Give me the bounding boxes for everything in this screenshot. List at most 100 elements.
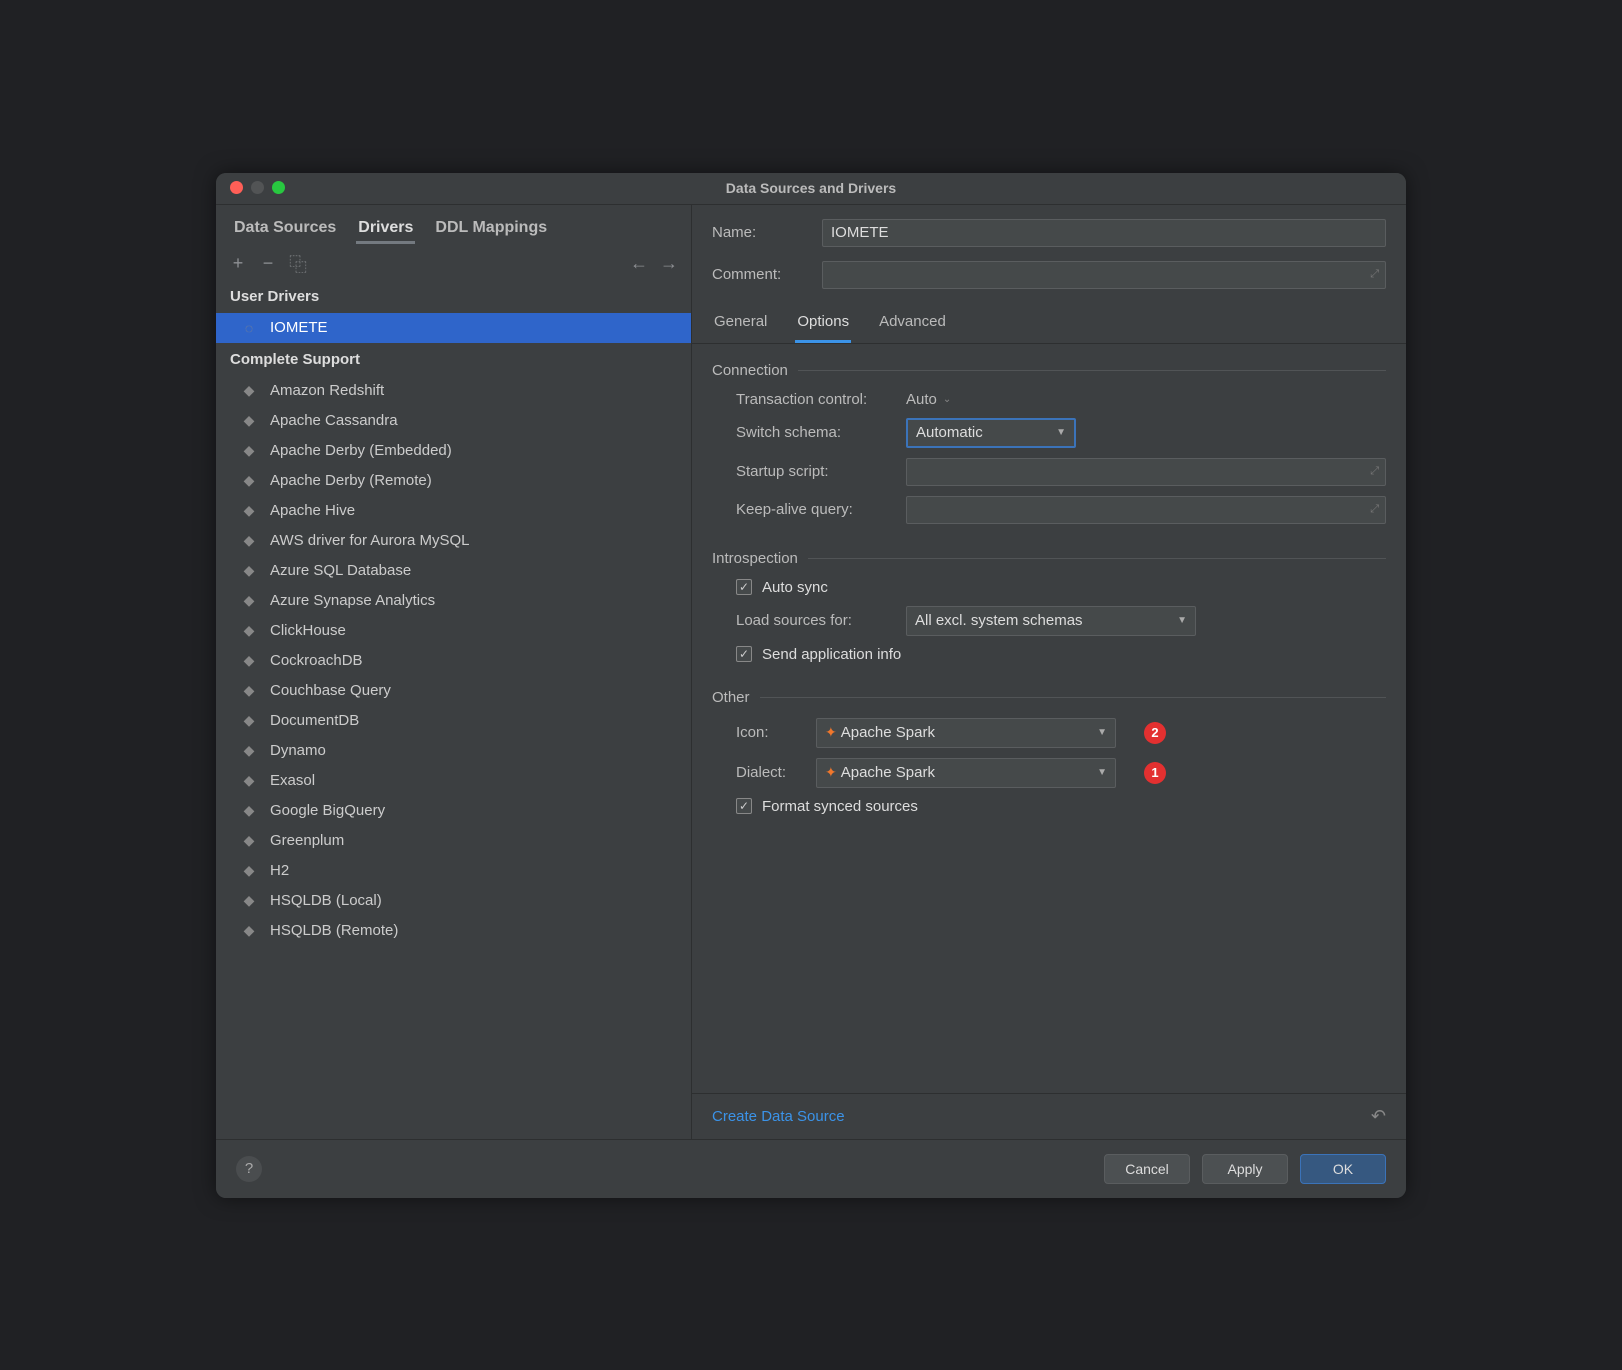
name-input[interactable] — [822, 219, 1386, 247]
iomete-icon: ◌ — [240, 319, 258, 337]
sidebar-toolbar: + − ⿻ ← → — [216, 250, 691, 280]
chevron-down-icon: ▼ — [1097, 727, 1107, 738]
icon-select[interactable]: ✦Apache Spark ▼ — [816, 718, 1116, 748]
checkbox-icon: ✓ — [736, 579, 752, 595]
spark-icon: ✦ — [825, 764, 837, 780]
driver-item-iomete[interactable]: ◌ IOMETE — [216, 313, 691, 343]
add-button[interactable]: + — [230, 256, 246, 272]
startup-label: Startup script: — [736, 463, 906, 480]
forward-icon[interactable]: → — [661, 256, 677, 272]
create-data-source-link[interactable]: Create Data Source — [712, 1108, 845, 1125]
driver-item-label: Couchbase Query — [270, 682, 391, 699]
apply-button[interactable]: Apply — [1202, 1154, 1288, 1184]
dialect-select[interactable]: ✦Apache Spark ▼ — [816, 758, 1116, 788]
driver-item-label: Apache Derby (Remote) — [270, 472, 432, 489]
driver-item[interactable]: ◆Dynamo — [216, 736, 691, 766]
db-icon: ◆ — [240, 532, 258, 550]
connection-title: Connection — [712, 362, 788, 379]
driver-item[interactable]: ◆ ClickHouse — [216, 616, 691, 646]
driver-item-label: Apache Derby (Embedded) — [270, 442, 452, 459]
driver-item[interactable]: ◆ Amazon Redshift — [216, 376, 691, 406]
autosync-checkbox[interactable]: ✓ Auto sync — [736, 579, 1386, 596]
expand-icon[interactable]: ⤢ — [1370, 503, 1379, 516]
ok-button[interactable]: OK — [1300, 1154, 1386, 1184]
chevron-down-icon: ▼ — [1177, 615, 1187, 626]
copy-button[interactable]: ⿻ — [290, 256, 306, 272]
tx-label: Transaction control: — [736, 391, 906, 408]
chevron-down-icon: ▼ — [1056, 427, 1066, 438]
db-icon: ◆ — [240, 802, 258, 820]
tab-options[interactable]: Options — [795, 303, 851, 343]
driver-item[interactable]: ◆HSQLDB (Remote) — [216, 916, 691, 946]
schema-select[interactable]: Automatic ▼ — [906, 418, 1076, 448]
fullscreen-icon[interactable] — [272, 181, 285, 194]
tab-ddl-mappings[interactable]: DDL Mappings — [433, 215, 549, 244]
remove-button[interactable]: − — [260, 256, 276, 272]
chevron-down-icon: ▼ — [1097, 767, 1107, 778]
db-icon: ◆ — [240, 592, 258, 610]
tab-data-sources[interactable]: Data Sources — [232, 215, 338, 244]
driver-item[interactable]: ◆Azure Synapse Analytics — [216, 586, 691, 616]
driver-item[interactable]: ◆Azure SQL Database — [216, 556, 691, 586]
comment-input[interactable]: ⤢ — [822, 261, 1386, 289]
driver-item[interactable]: ◆Couchbase Query — [216, 676, 691, 706]
driver-item[interactable]: ◆ Apache Derby (Remote) — [216, 466, 691, 496]
dialog-window: Data Sources and Drivers Data Sources Dr… — [216, 173, 1406, 1198]
driver-item-label: Greenplum — [270, 832, 344, 849]
icon-label: Icon: — [736, 724, 816, 741]
section-other: Other Icon: ✦Apache Spark ▼ 2 Dialect: ✦… — [712, 689, 1386, 815]
back-icon[interactable]: ← — [631, 256, 647, 272]
close-icon[interactable] — [230, 181, 243, 194]
revert-icon[interactable]: ↶ — [1371, 1106, 1386, 1127]
main-panel: Name: Comment: ⤢ General Options Advance… — [692, 205, 1406, 1139]
db-icon: ◆ — [240, 412, 258, 430]
db-icon: ◆ — [240, 502, 258, 520]
driver-item[interactable]: ◆ Apache Derby (Embedded) — [216, 436, 691, 466]
driver-item-label: Exasol — [270, 772, 315, 789]
tab-advanced[interactable]: Advanced — [877, 303, 948, 343]
main-tabs: General Options Advanced — [692, 303, 1406, 344]
driver-item-label: Apache Cassandra — [270, 412, 398, 429]
format-checkbox[interactable]: ✓ Format synced sources — [736, 798, 1386, 815]
expand-icon[interactable]: ⤢ — [1370, 268, 1379, 281]
tab-general[interactable]: General — [712, 303, 769, 343]
driver-item-label: ClickHouse — [270, 622, 346, 639]
db-icon: ◆ — [240, 742, 258, 760]
db-icon: ◆ — [240, 712, 258, 730]
help-button[interactable]: ? — [236, 1156, 262, 1182]
driver-item[interactable]: ◆Exasol — [216, 766, 691, 796]
driver-item[interactable]: ◆ Apache Cassandra — [216, 406, 691, 436]
sendinfo-checkbox[interactable]: ✓ Send application info — [736, 646, 1386, 663]
db-icon: ◆ — [240, 562, 258, 580]
expand-icon[interactable]: ⤢ — [1370, 465, 1379, 478]
startup-input[interactable]: ⤢ — [906, 458, 1386, 486]
cancel-button[interactable]: Cancel — [1104, 1154, 1190, 1184]
complete-support-header: Complete Support — [216, 343, 691, 376]
load-select[interactable]: All excl. system schemas ▼ — [906, 606, 1196, 636]
db-icon: ◆ — [240, 382, 258, 400]
driver-item[interactable]: ◆ Apache Hive — [216, 496, 691, 526]
driver-item-label: CockroachDB — [270, 652, 363, 669]
driver-item[interactable]: ◆H2 — [216, 856, 691, 886]
keepalive-input[interactable]: ⤢ — [906, 496, 1386, 524]
db-icon: ◆ — [240, 472, 258, 490]
minimize-icon[interactable] — [251, 181, 264, 194]
driver-item-label: Apache Hive — [270, 502, 355, 519]
driver-item-label: Amazon Redshift — [270, 382, 384, 399]
tab-drivers[interactable]: Drivers — [356, 215, 415, 244]
driver-item-label: Google BigQuery — [270, 802, 385, 819]
tx-dropdown[interactable]: Auto ⌄ — [906, 391, 951, 408]
driver-item[interactable]: ◆Greenplum — [216, 826, 691, 856]
db-icon: ◆ — [240, 442, 258, 460]
driver-item[interactable]: ◆AWS driver for Aurora MySQL — [216, 526, 691, 556]
sidebar: Data Sources Drivers DDL Mappings + − ⿻ … — [216, 205, 692, 1139]
driver-item[interactable]: ◆HSQLDB (Local) — [216, 886, 691, 916]
window-title: Data Sources and Drivers — [726, 180, 896, 196]
driver-item[interactable]: ◆CockroachDB — [216, 646, 691, 676]
load-label: Load sources for: — [736, 612, 906, 629]
driver-item[interactable]: ◆DocumentDB — [216, 706, 691, 736]
db-icon: ◆ — [240, 622, 258, 640]
driver-item[interactable]: ◆ Google BigQuery — [216, 796, 691, 826]
other-title: Other — [712, 689, 750, 706]
traffic-lights — [230, 181, 285, 194]
